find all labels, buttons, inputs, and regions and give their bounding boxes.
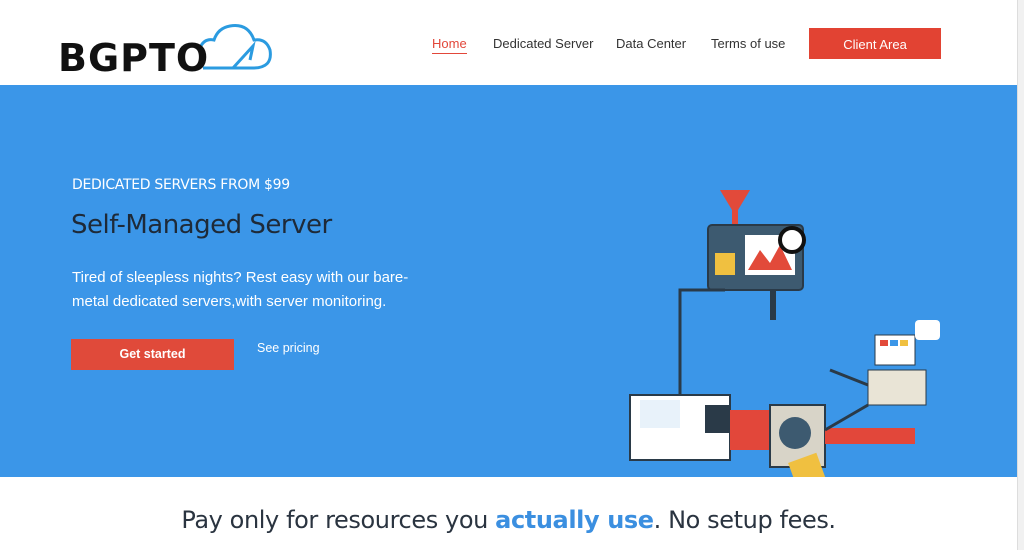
client-area-button[interactable]: Client Area <box>809 28 941 59</box>
logo[interactable]: BGPTO <box>58 18 278 80</box>
nav-terms-of-use[interactable]: Terms of use <box>711 36 785 51</box>
get-started-button[interactable]: Get started <box>71 339 234 370</box>
logo-text: BGPTO <box>58 36 210 80</box>
see-pricing-link[interactable]: See pricing <box>257 341 320 355</box>
hero-description: Tired of sleepless nights? Rest easy wit… <box>72 269 409 310</box>
tagline: Pay only for resources you actually use.… <box>0 506 1017 534</box>
nav-dedicated-server[interactable]: Dedicated Server <box>493 36 593 51</box>
tagline-text: Pay only for resources you <box>181 506 496 534</box>
hero-banner: DEDICATED SERVERS FROM $99 Self-Managed … <box>0 85 1017 477</box>
scrollbar[interactable] <box>1017 0 1024 550</box>
nav-home[interactable]: Home <box>432 36 467 54</box>
server-machine-illustration <box>629 190 940 477</box>
hero-title: Self-Managed Server <box>71 210 332 240</box>
site-header: BGPTO Home Dedicated Server Data Center … <box>0 0 1017 85</box>
tagline-highlight: actually use <box>495 506 654 534</box>
hero-eyebrow: DEDICATED SERVERS FROM $99 <box>72 177 290 193</box>
nav-data-center[interactable]: Data Center <box>616 36 686 51</box>
tagline-text-end: . No setup fees. <box>653 506 836 534</box>
